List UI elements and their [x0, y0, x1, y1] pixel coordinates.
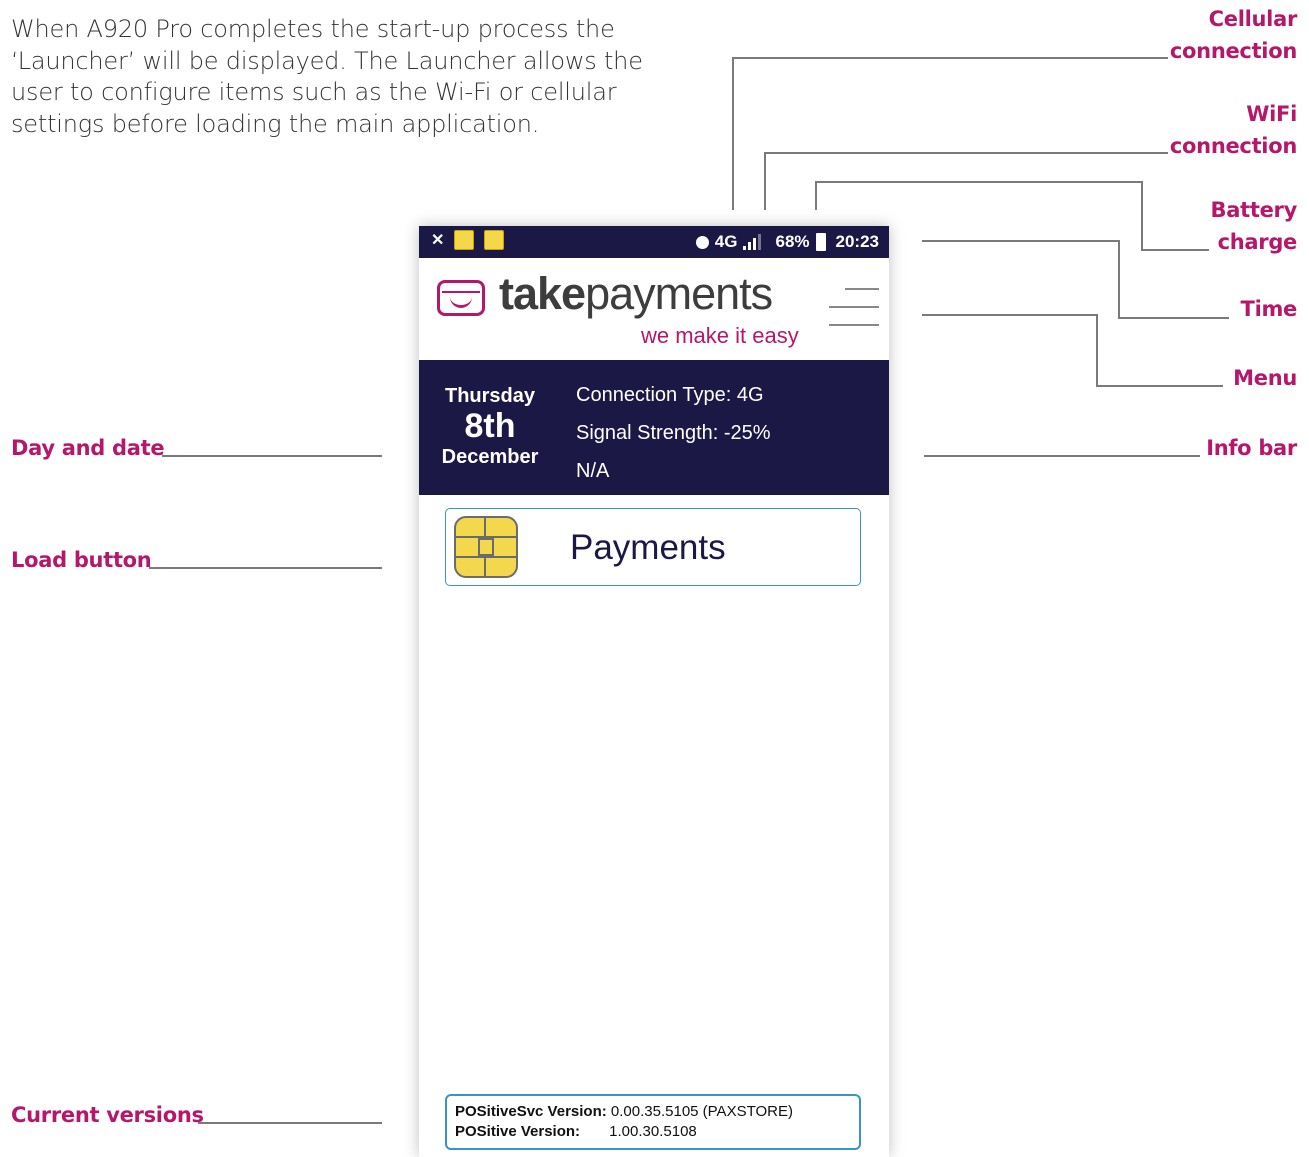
callout-wifi: WiFi connection	[1170, 98, 1297, 162]
info-extra: N/A	[576, 460, 610, 482]
leader-current-versions	[198, 1122, 382, 1124]
leader-battery-h1	[815, 181, 1141, 183]
battery-icon	[815, 233, 826, 251]
brand-tagline: we make it easy	[641, 323, 799, 348]
leader-wifi-v	[764, 152, 766, 210]
leader-menu-v	[1096, 314, 1098, 385]
network-type: 4G	[714, 232, 738, 251]
brand-name-bold: take	[499, 268, 586, 319]
status-time: 20:23	[835, 232, 879, 251]
phone-screen: ✕ 4G 68% 20:23 takepayments we make it e…	[419, 226, 889, 1157]
app-version-row: POSitive Version: 1.00.30.5108	[455, 1122, 851, 1142]
intro-paragraph: When A920 Pro completes the start-up pro…	[11, 15, 643, 138]
callout-battery-line2: charge	[1217, 230, 1298, 254]
leader-menu-h2	[1096, 385, 1223, 387]
day-and-date: Thursday 8th December	[429, 384, 551, 470]
callout-time: Time	[1240, 297, 1298, 321]
leader-load-button	[149, 567, 382, 569]
leader-battery-v1	[815, 181, 817, 210]
b-icon	[695, 235, 709, 249]
brand-name-regular: payments	[585, 268, 773, 319]
leader-menu-h1	[922, 314, 1096, 316]
connection-info: Connection Type: 4G Signal Strength: -25…	[576, 376, 771, 490]
chip-notification-icon	[484, 230, 505, 250]
app-version-value: 1.00.30.5108	[609, 1123, 697, 1140]
wallet-logo-icon	[437, 280, 485, 316]
brand-logo: takepayments	[499, 268, 773, 320]
chip-notification-icon	[454, 230, 475, 250]
battery-percent: 68%	[775, 232, 810, 251]
leader-wifi-h	[764, 152, 1168, 154]
callout-menu: Menu	[1233, 366, 1297, 390]
versions-box: POSitiveSvc Version: 0.00.35.5105 (PAXST…	[445, 1094, 861, 1150]
svc-version-row: POSitiveSvc Version: 0.00.35.5105 (PAXST…	[455, 1102, 851, 1122]
leader-battery-h2	[1141, 249, 1209, 251]
chip-card-icon	[454, 516, 518, 578]
callout-load-button: Load button	[11, 548, 152, 572]
leader-battery-v2	[1141, 181, 1143, 249]
leader-cellular-h	[732, 57, 1168, 59]
date-number: 8th	[464, 407, 516, 445]
hamburger-menu-icon[interactable]	[829, 286, 879, 328]
connection-type: Connection Type: 4G	[576, 384, 764, 406]
leader-cellular-v	[732, 57, 734, 210]
bluetooth-off-icon: ✕	[431, 232, 445, 249]
day-name: Thursday	[444, 385, 536, 407]
app-version-label: POSitive Version:	[455, 1123, 581, 1140]
leader-info-bar	[924, 455, 1200, 457]
signal-strength: Signal Strength: -25%	[576, 422, 771, 444]
month-name: December	[441, 446, 539, 468]
callout-cellular-line1: Cellular	[1208, 7, 1298, 31]
leader-day-and-date	[162, 455, 382, 457]
payments-button[interactable]: Payments	[445, 508, 861, 586]
callout-cellular: Cellular connection	[1170, 3, 1297, 67]
status-bar: ✕ 4G 68% 20:23	[419, 226, 889, 258]
leader-time-v	[1118, 240, 1120, 317]
info-bar: Thursday 8th December Connection Type: 4…	[419, 360, 889, 495]
callout-battery-line1: Battery	[1210, 198, 1298, 222]
brand-header: takepayments we make it easy	[419, 258, 889, 360]
callout-info-bar: Info bar	[1206, 436, 1297, 460]
svc-version-value: 0.00.35.5105 (PAXSTORE)	[610, 1103, 793, 1120]
callout-current-versions: Current versions	[11, 1103, 204, 1127]
callout-battery: Battery charge	[1210, 194, 1298, 258]
leader-time-h1	[922, 240, 1118, 242]
callout-wifi-line1: WiFi	[1246, 102, 1297, 126]
svc-version-label: POSitiveSvc Version:	[455, 1103, 607, 1120]
callout-wifi-line2: connection	[1169, 134, 1297, 158]
callout-cellular-line2: connection	[1169, 39, 1297, 63]
signal-icon	[743, 234, 762, 250]
leader-time-h2	[1118, 317, 1229, 319]
payments-button-label: Payments	[570, 528, 726, 567]
callout-day-and-date: Day and date	[11, 436, 165, 460]
